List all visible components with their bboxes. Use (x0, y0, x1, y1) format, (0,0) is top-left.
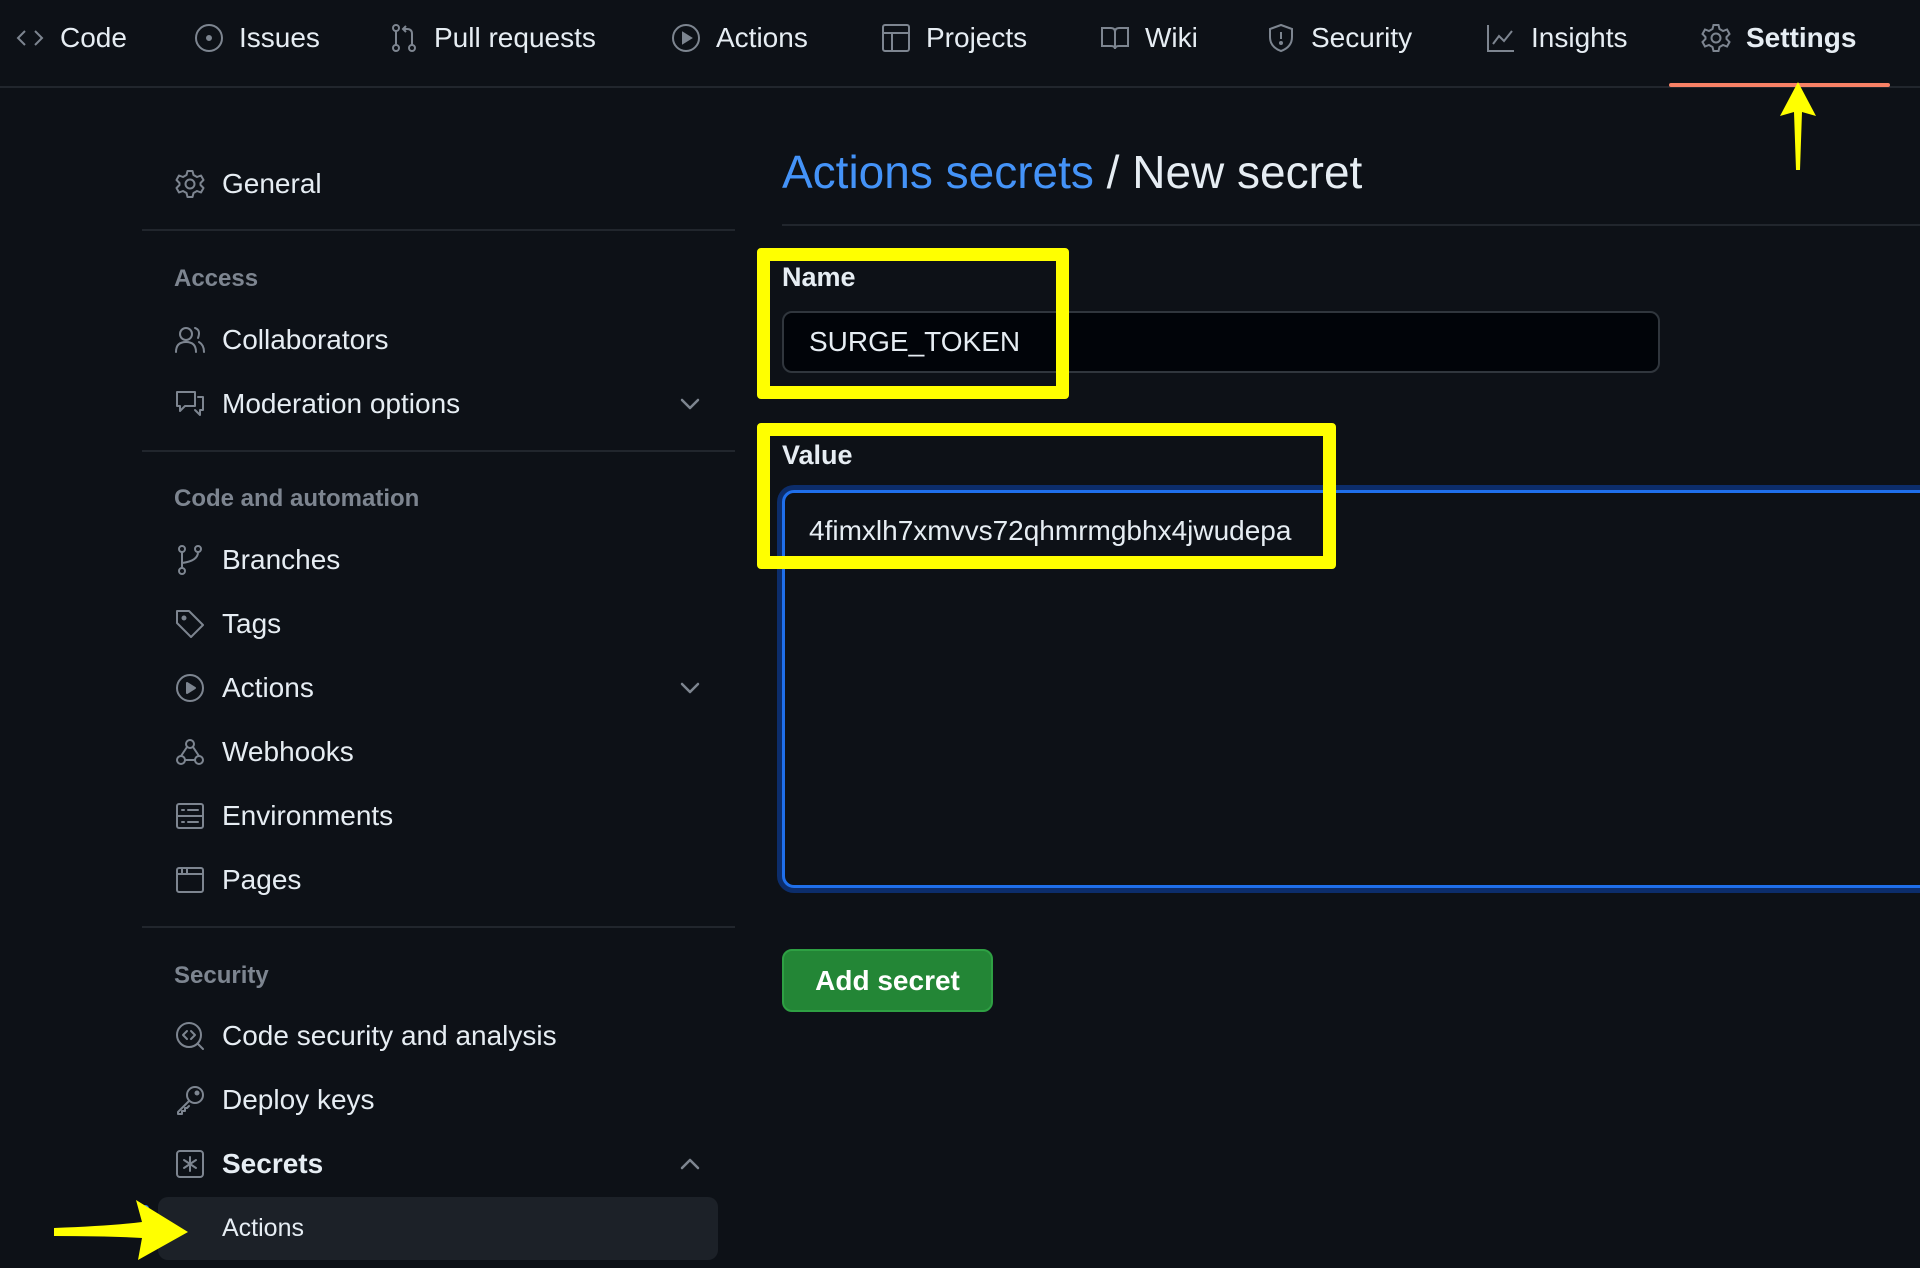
sidebar-item-branches[interactable]: Branches (174, 538, 714, 582)
name-label: Name (782, 262, 856, 292)
issue-opened-icon (195, 24, 223, 52)
server-icon (176, 803, 204, 829)
browser-icon (176, 867, 204, 893)
sidebar-item-label: Actions (222, 672, 314, 703)
book-icon (1101, 27, 1129, 50)
table-icon (882, 24, 910, 52)
sidebar-item-label: Environments (222, 800, 394, 831)
sidebar-item-label: Moderation options (222, 388, 461, 419)
title-divider (782, 224, 1920, 226)
chevron-down-icon[interactable] (676, 390, 704, 418)
sidebar-subitem-secrets-actions[interactable]: Actions (158, 1197, 718, 1260)
tab-wiki[interactable]: Wiki (1099, 18, 1198, 58)
sidebar-item-environments[interactable]: Environments (174, 794, 714, 838)
page-title: Actions secrets / New secret (782, 145, 1362, 199)
sidebar-item-label: Collaborators (222, 324, 389, 355)
sidebar-item-label: Secrets (222, 1148, 324, 1179)
sidebar-item-webhooks[interactable]: Webhooks (174, 730, 714, 774)
tab-label: Security (1311, 22, 1413, 53)
shield-icon (1269, 23, 1293, 53)
tab-label: Issues (239, 22, 320, 53)
sidebar-item-label: Deploy keys (222, 1084, 375, 1115)
play-icon (672, 24, 700, 52)
sidebar-item-label: Actions (222, 1214, 304, 1242)
key-asterisk-icon (176, 1150, 204, 1178)
tab-label: Insights (1531, 22, 1628, 53)
tab-actions[interactable]: Actions (670, 18, 808, 58)
tab-insights[interactable]: Insights (1485, 18, 1628, 58)
sidebar-item-tags[interactable]: Tags (174, 602, 714, 646)
sidebar-divider (142, 229, 735, 231)
webhook-icon (176, 739, 204, 765)
code-icon (16, 30, 44, 46)
people-icon (175, 327, 205, 353)
gear-icon (175, 170, 205, 198)
play-icon (176, 674, 204, 702)
sidebar-item-code-security[interactable]: Code security and analysis (174, 1014, 714, 1058)
tab-pull-requests[interactable]: Pull requests (388, 18, 596, 58)
sidebar-item-collaborators[interactable]: Collaborators (174, 318, 714, 362)
comment-discussion-icon (176, 391, 204, 416)
active-item-indicator (142, 1205, 149, 1251)
tab-label: Code (60, 22, 127, 53)
value-label: Value (782, 440, 853, 470)
sidebar-item-label: Pages (222, 864, 302, 895)
sidebar-heading-security: Security (174, 962, 269, 989)
tab-security[interactable]: Security (1265, 18, 1412, 58)
chevron-down-icon[interactable] (676, 674, 704, 702)
tab-label: Projects (926, 22, 1028, 53)
sidebar-item-general[interactable]: General (174, 162, 714, 206)
sidebar-divider (142, 450, 735, 452)
codescan-icon (176, 1022, 204, 1050)
gear-icon (1701, 24, 1731, 52)
sidebar-item-moderation-options[interactable]: Moderation options (174, 382, 714, 426)
sidebar-item-label: General (222, 168, 322, 199)
sidebar-item-label: Code security and analysis (222, 1020, 557, 1051)
page-title-text: New secret (1132, 146, 1363, 198)
tab-projects[interactable]: Projects (880, 18, 1027, 58)
tab-issues[interactable]: Issues (193, 18, 320, 58)
git-branch-icon (178, 545, 202, 575)
tag-icon (176, 610, 204, 638)
sidebar-item-label: Tags (222, 608, 282, 639)
chevron-up-icon[interactable] (676, 1150, 704, 1178)
tab-label: Actions (716, 22, 808, 53)
secret-name-input[interactable] (782, 311, 1660, 373)
git-pull-request-icon (392, 24, 416, 52)
tab-label: Settings (1746, 22, 1857, 53)
breadcrumb-separator: / (1093, 146, 1133, 198)
sidebar-heading-access: Access (174, 265, 259, 292)
sidebar-heading-code-automation: Code and automation (174, 485, 420, 512)
tab-label: Wiki (1145, 22, 1198, 53)
secret-value-textarea[interactable]: 4fimxlh7xmvvs72qhmrmgbhx4jwudepa (782, 490, 1920, 888)
add-secret-button[interactable]: Add secret (782, 949, 993, 1012)
sidebar-divider (142, 926, 735, 928)
active-tab-underline (1669, 83, 1890, 87)
sidebar-item-label: Webhooks (222, 736, 354, 767)
breadcrumb-actions-secrets[interactable]: Actions secrets (782, 146, 1094, 198)
sidebar-item-secrets[interactable]: Secrets (174, 1142, 714, 1186)
sidebar-item-pages[interactable]: Pages (174, 858, 714, 902)
tab-settings[interactable]: Settings (1700, 18, 1856, 58)
sidebar-item-label: Branches (222, 544, 341, 575)
sidebar-item-actions[interactable]: Actions (174, 666, 714, 710)
repo-nav: Code Issues Pull requests Actions Projec… (0, 0, 1920, 88)
tab-label: Pull requests (434, 22, 596, 53)
sidebar-item-deploy-keys[interactable]: Deploy keys (174, 1078, 714, 1122)
graph-icon (1487, 25, 1514, 52)
annotation-arrow-up-icon (1780, 82, 1816, 170)
key-icon (177, 1086, 204, 1115)
tab-code[interactable]: Code (14, 18, 127, 58)
